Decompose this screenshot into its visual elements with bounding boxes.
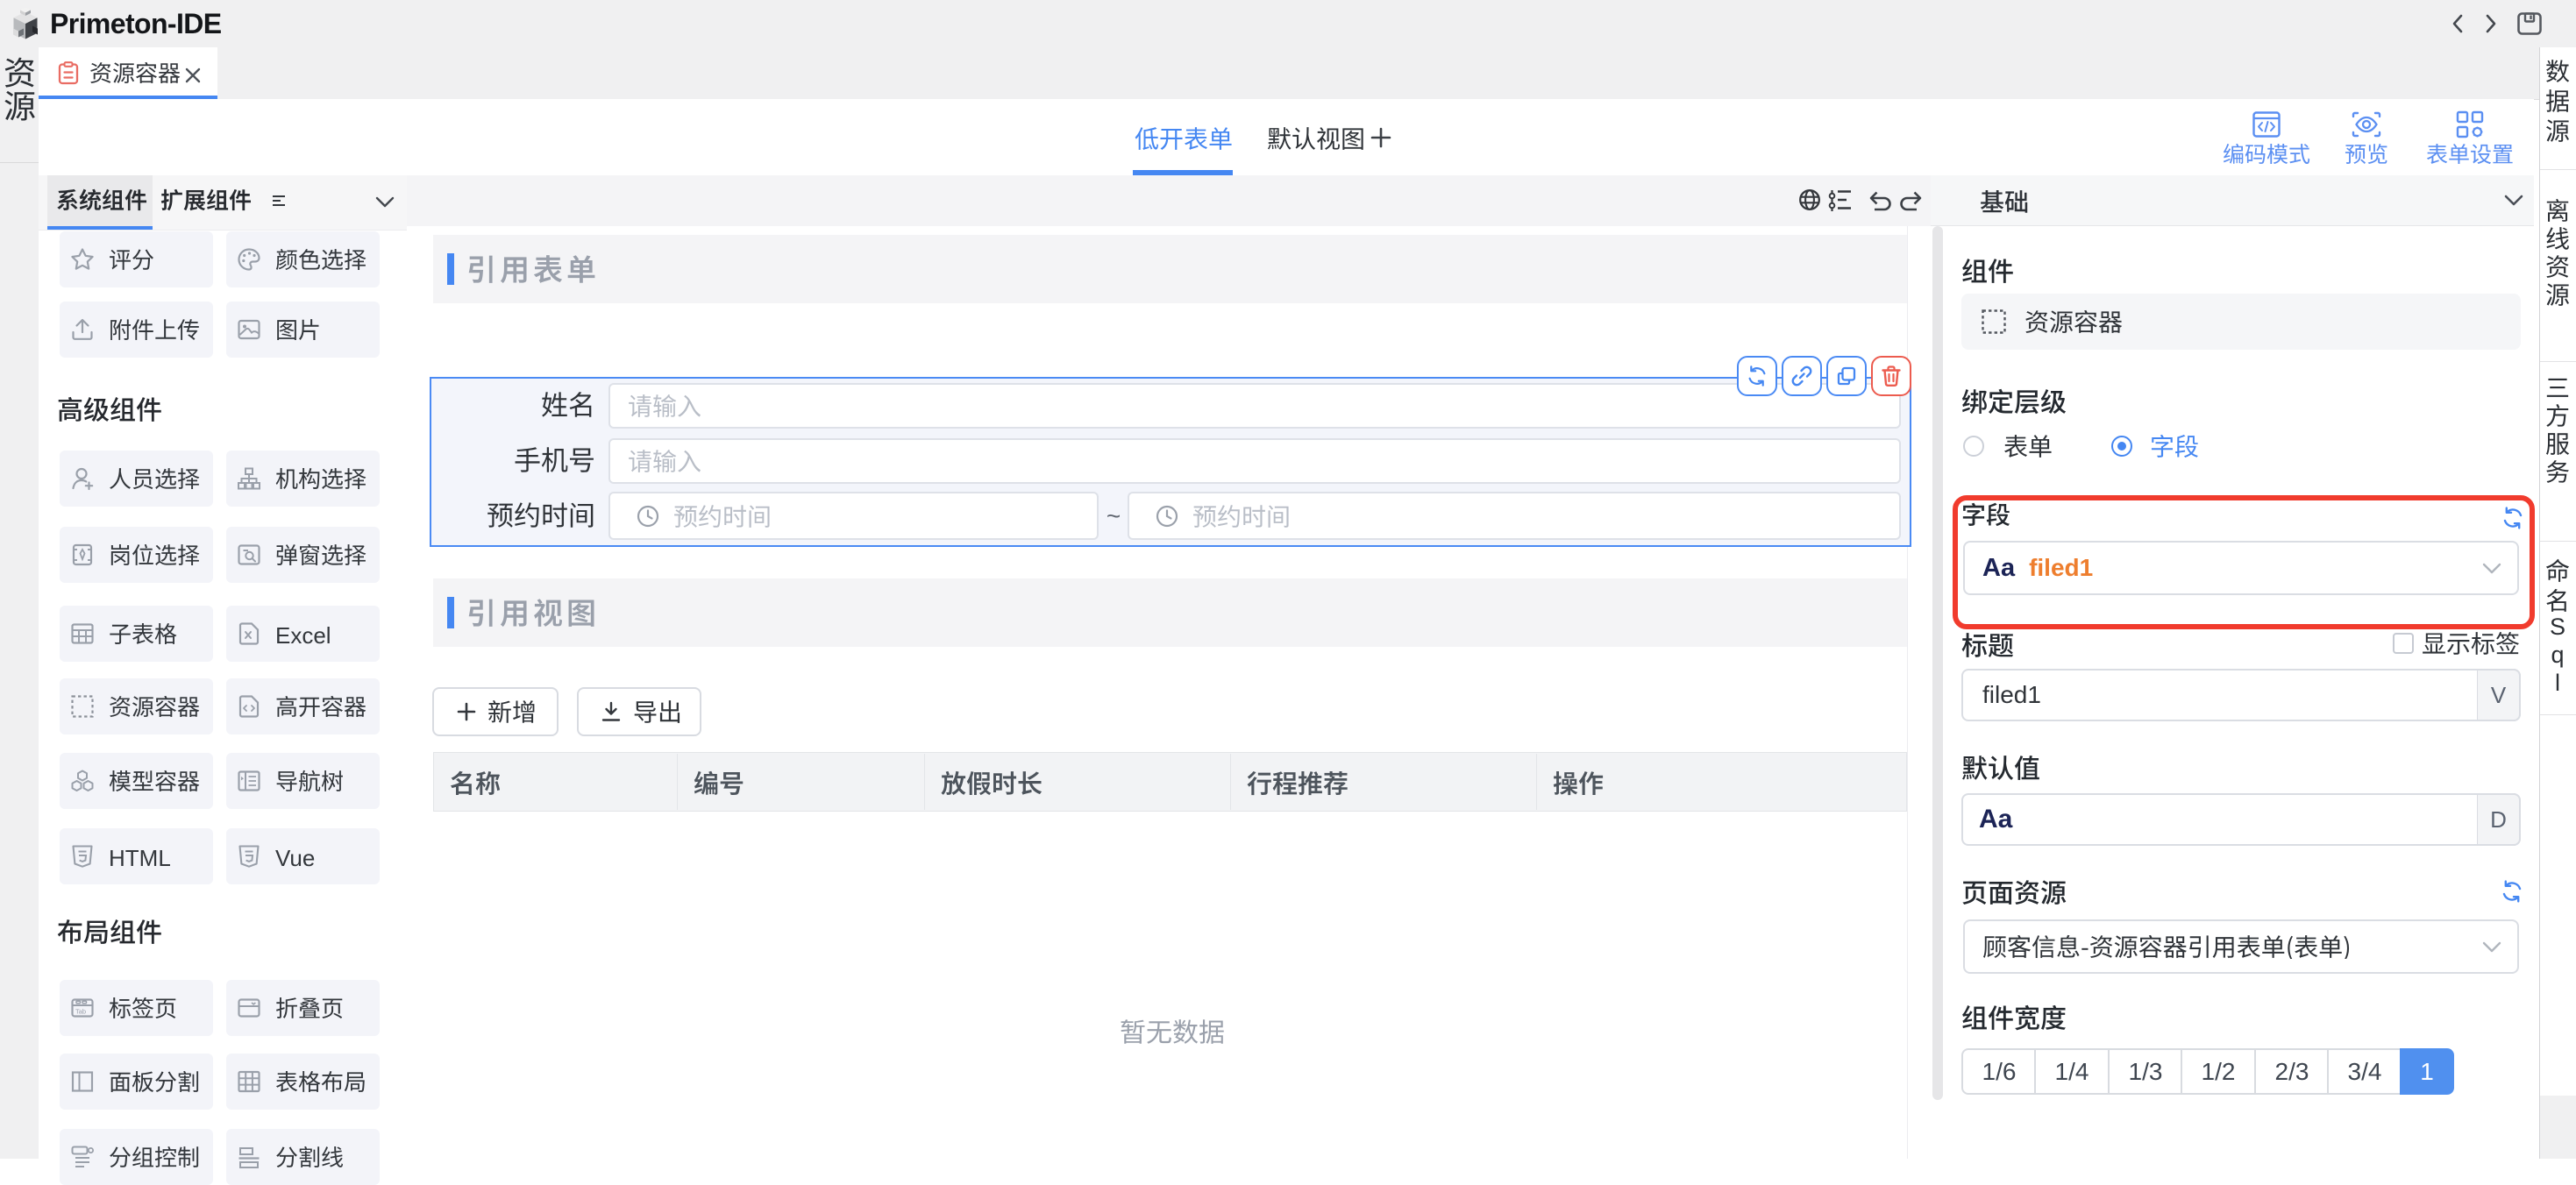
svg-text:Tab: Tab (75, 1008, 86, 1016)
